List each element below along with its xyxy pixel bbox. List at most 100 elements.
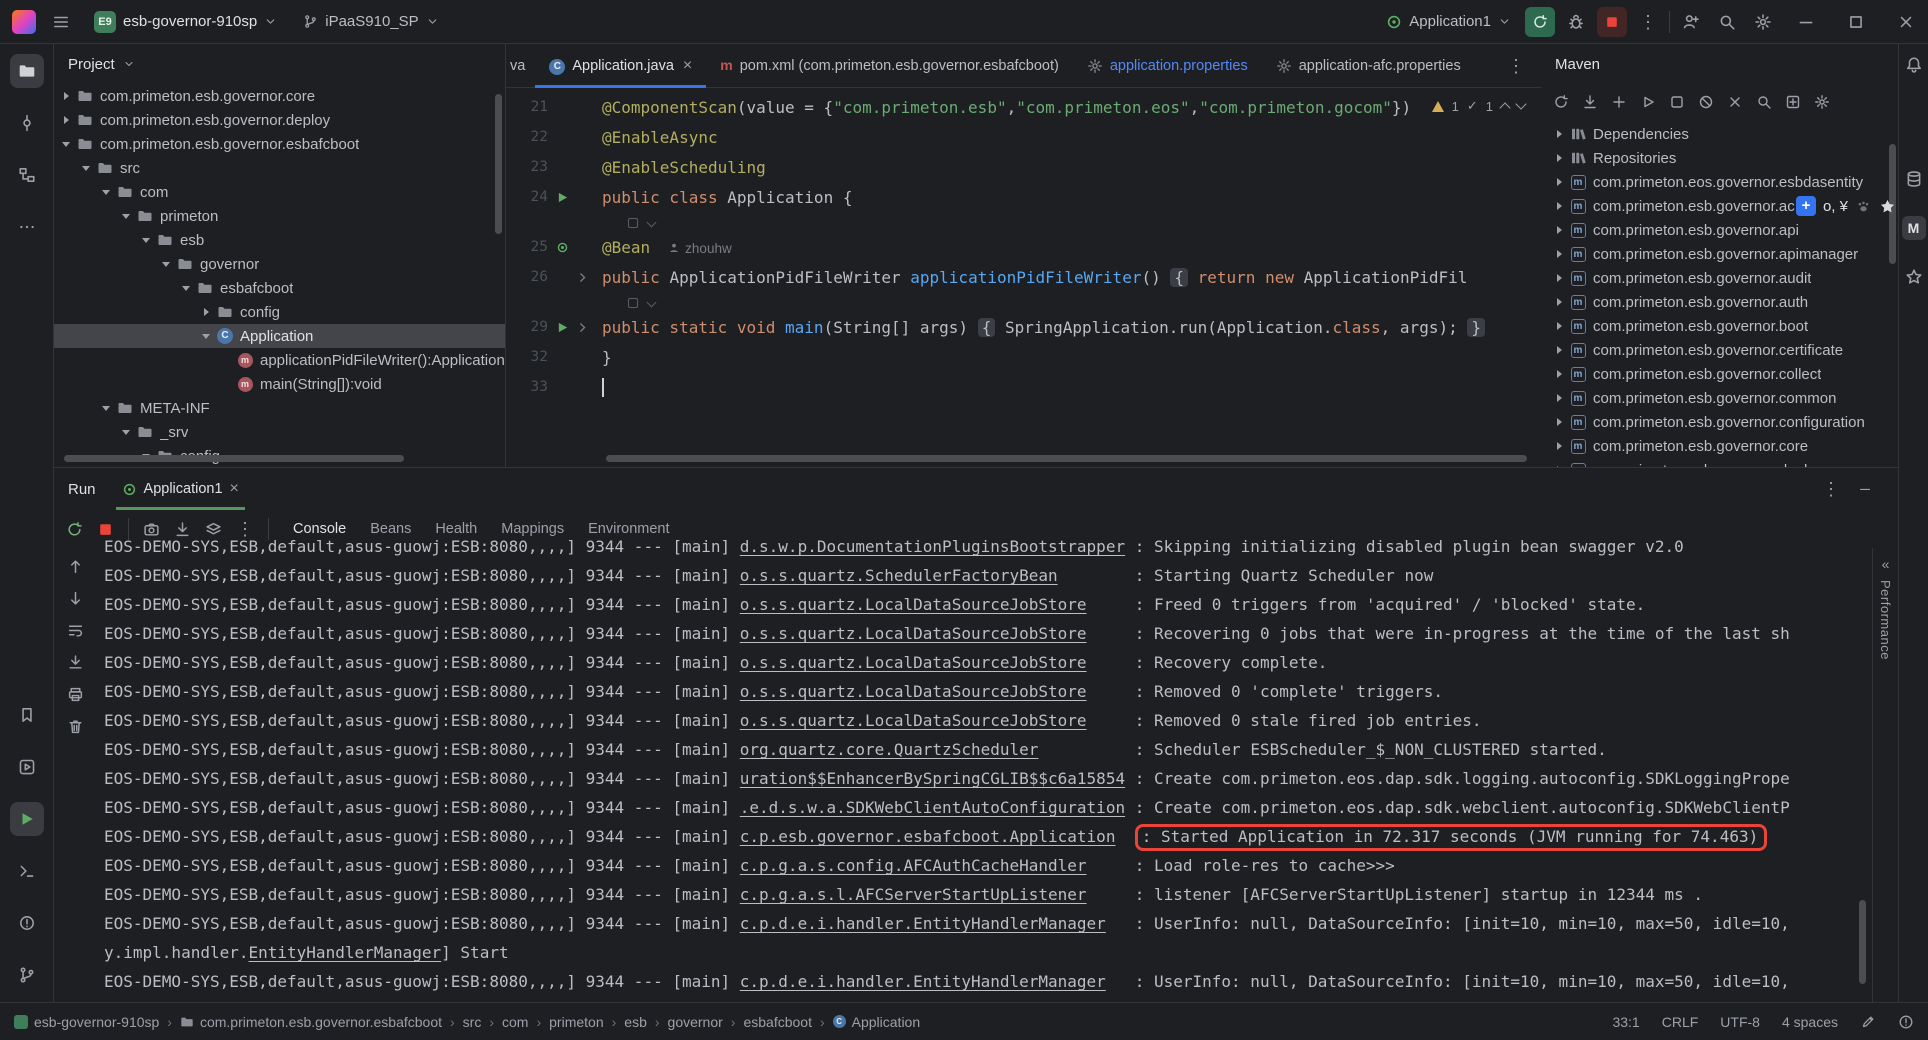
bookmarks-toolwindow-button[interactable] — [10, 698, 44, 732]
run-toolwindow-button[interactable] — [10, 802, 44, 836]
structure-toolwindow-button[interactable] — [10, 158, 44, 192]
project-toolwindow-button[interactable] — [10, 54, 44, 88]
more-toolwindows-button[interactable] — [10, 210, 44, 244]
settings-button[interactable] — [1748, 7, 1778, 37]
breadcrumb-item[interactable]: governor — [668, 1014, 723, 1030]
breadcrumb-item[interactable]: esb — [624, 1014, 647, 1030]
editor-tab[interactable]: va — [506, 44, 535, 87]
maven-tree-item[interactable]: mcom.primeton.esb.governor.auth — [1541, 290, 1898, 314]
console-class-link[interactable]: c.p.esb.governor.esbafcboot.Application — [740, 827, 1116, 846]
breadcrumb-item[interactable]: src — [463, 1014, 482, 1030]
add-maven-project-icon[interactable] — [1611, 94, 1627, 110]
project-tree-item[interactable]: CApplication — [54, 324, 505, 348]
commit-toolwindow-button[interactable] — [10, 106, 44, 140]
project-tree-item[interactable]: esb — [54, 228, 505, 252]
maven-tree-item[interactable]: Dependencies — [1541, 122, 1898, 146]
maven-tree-item[interactable]: mcom.primeton.esb.governor.deploy — [1541, 458, 1898, 467]
readonly-toggle-icon[interactable] — [1860, 1014, 1876, 1030]
console-class-link[interactable]: c.p.d.e.i.handler.EntityHandlerManager — [740, 914, 1106, 933]
minimize-button[interactable] — [1784, 0, 1828, 43]
breadcrumb-item[interactable]: com — [502, 1014, 528, 1030]
vcs-toolwindow-button[interactable] — [10, 958, 44, 992]
console-class-link[interactable]: o.s.s.quartz.LocalDataSourceJobStore — [740, 682, 1087, 701]
project-tree-item[interactable]: src — [54, 156, 505, 180]
fold-gutter-icon[interactable] — [572, 321, 592, 334]
status-widget[interactable]: UTF-8 — [1720, 1014, 1760, 1030]
skip-tests-icon[interactable] — [1727, 94, 1743, 110]
close-button[interactable] — [1884, 0, 1928, 43]
tree-chevron-icon[interactable] — [58, 136, 74, 152]
editor-tab[interactable]: application-afc.properties — [1262, 44, 1475, 87]
maximize-button[interactable] — [1834, 0, 1878, 43]
console-class-link[interactable]: c.p.d.e.i.handler.EntityHandlerManager — [740, 972, 1106, 991]
tree-chevron-icon[interactable] — [1551, 294, 1567, 310]
close-icon[interactable]: × — [683, 57, 692, 75]
tree-chevron-icon[interactable] — [1551, 126, 1567, 142]
editor-tabs-menu-button[interactable]: ⋮ — [1501, 51, 1531, 81]
more-actions-button[interactable]: ⋮ — [1633, 7, 1663, 37]
tree-chevron-icon[interactable] — [1551, 150, 1567, 166]
console-class-link[interactable]: o.s.s.quartz.LocalDataSourceJobStore — [740, 653, 1087, 672]
prev-problem-icon[interactable] — [1499, 102, 1510, 113]
maven-tree-item[interactable]: mcom.primeton.esb.governor.collect — [1541, 362, 1898, 386]
tree-chevron-icon[interactable] — [1551, 318, 1567, 334]
terminal-toolwindow-button[interactable] — [10, 854, 44, 888]
project-tree-item[interactable]: governor — [54, 252, 505, 276]
clear-console-icon[interactable] — [67, 718, 84, 735]
collapse-icon[interactable]: « — [1882, 556, 1890, 572]
expand-all-icon[interactable] — [1785, 94, 1801, 110]
run-panel-options-button[interactable]: ⋮ — [1822, 480, 1840, 498]
console-class-link[interactable]: o.s.s.quartz.LocalDataSourceJobStore — [740, 595, 1087, 614]
star-icon[interactable] — [1879, 198, 1896, 215]
problems-toolwindow-button[interactable] — [10, 906, 44, 940]
console-class-link[interactable]: org.quartz.core.QuartzScheduler — [740, 740, 1039, 759]
rerun-icon[interactable] — [66, 521, 83, 538]
notifications-bell-icon[interactable] — [1905, 56, 1923, 74]
project-tree-item[interactable]: mapplicationPidFileWriter():ApplicationP… — [54, 348, 505, 372]
project-tree-item[interactable]: config — [54, 300, 505, 324]
search-everywhere-button[interactable] — [1712, 7, 1742, 37]
database-icon[interactable] — [1905, 170, 1923, 188]
tree-chevron-icon[interactable] — [1551, 270, 1567, 286]
breadcrumb-item[interactable]: esb-governor-910sp — [14, 1014, 159, 1030]
next-problem-icon[interactable] — [1515, 98, 1526, 109]
services-toolwindow-button[interactable] — [10, 750, 44, 784]
editor-tab[interactable]: application.properties — [1073, 44, 1262, 87]
breadcrumb-item[interactable]: esbafcboot — [743, 1014, 812, 1030]
tree-chevron-icon[interactable] — [58, 112, 74, 128]
console-vscrollbar[interactable] — [1859, 900, 1866, 984]
reimport-icon[interactable] — [1553, 94, 1569, 110]
paw-icon[interactable] — [1855, 198, 1872, 215]
tree-chevron-icon[interactable] — [1551, 366, 1567, 382]
stop-button[interactable] — [1597, 7, 1627, 37]
project-tree-item[interactable]: com.primeton.esb.governor.esbafcboot — [54, 132, 505, 156]
project-tree-item[interactable]: META-INF — [54, 396, 505, 420]
project-tree-item[interactable]: primeton — [54, 204, 505, 228]
editor-tab[interactable]: mpom.xml (com.primeton.esb.governor.esba… — [706, 44, 1073, 87]
maven-tree-item[interactable]: mcom.primeton.esb.governor.boot — [1541, 314, 1898, 338]
project-tree-item[interactable]: com.primeton.esb.governor.deploy — [54, 108, 505, 132]
tree-chevron-icon[interactable] — [1551, 390, 1567, 406]
maven-tree-item[interactable]: mcom.primeton.eos.governor.esbdasentity — [1541, 170, 1898, 194]
editor-hscrollbar[interactable] — [606, 455, 1527, 462]
console-class-link[interactable]: o.s.s.quartz.LocalDataSourceJobStore — [740, 624, 1087, 643]
rerun-button[interactable] — [1525, 7, 1555, 37]
tree-chevron-icon[interactable] — [198, 304, 214, 320]
project-tree-item[interactable]: esbafcboot — [54, 276, 505, 300]
print-icon[interactable] — [67, 686, 84, 703]
console-class-link[interactable]: .e.d.s.w.a.SDKWebClientAutoConfiguration — [740, 798, 1125, 817]
project-tree-item[interactable]: _srv — [54, 420, 505, 444]
breadcrumb-item[interactable]: primeton — [549, 1014, 603, 1030]
maven-tree-item[interactable]: mcom.primeton.esb.governor.api — [1541, 218, 1898, 242]
console-output[interactable]: EOS-DEMO-SYS,ESB,default,asus-guowj:ESB:… — [96, 532, 1898, 1002]
star-icon[interactable] — [1905, 268, 1923, 286]
tree-chevron-icon[interactable] — [58, 88, 74, 104]
run-gutter-icon[interactable] — [552, 191, 572, 204]
tree-chevron-icon[interactable] — [198, 328, 214, 344]
run-tab[interactable]: Application1 × — [116, 468, 245, 510]
console-class-link[interactable]: EntityHandlerManager — [249, 943, 442, 962]
tree-chevron-icon[interactable] — [138, 232, 154, 248]
up-stack-icon[interactable] — [67, 558, 84, 575]
console-class-link[interactable]: uration$$EnhancerBySpringCGLIB$$c6a15854 — [740, 769, 1125, 788]
console-class-link[interactable]: c.p.g.a.s.l.AFCServerStartUpListener — [740, 885, 1087, 904]
